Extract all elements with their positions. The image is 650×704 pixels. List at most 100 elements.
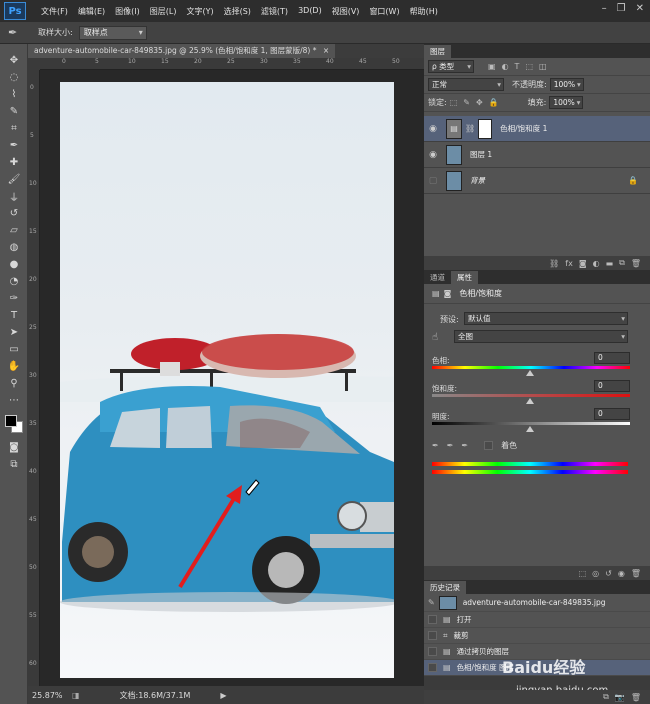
menu-3d[interactable]: 3D(D) bbox=[293, 6, 327, 17]
fx-icon[interactable]: fx bbox=[565, 259, 573, 268]
hue-slider-knob[interactable] bbox=[526, 370, 534, 376]
close-button[interactable]: ✕ bbox=[636, 3, 644, 14]
vertical-ruler[interactable]: 0 5 10 15 20 25 30 35 40 45 50 55 60 bbox=[28, 70, 40, 686]
status-menu-arrow-icon[interactable]: ▶ bbox=[220, 691, 226, 700]
history-snapshot[interactable]: ✎ adventure-automobile-car-849835.jpg bbox=[424, 594, 650, 612]
preset-select[interactable]: 默认值 bbox=[464, 312, 628, 325]
blend-mode-select[interactable]: 正常 bbox=[428, 78, 504, 91]
layer-name[interactable]: 背景 bbox=[470, 175, 485, 186]
document-tab[interactable]: adventure-automobile-car-849835.jpg @ 25… bbox=[28, 44, 336, 58]
menu-type[interactable]: 文字(Y) bbox=[181, 6, 218, 17]
zoom-tool-icon[interactable]: ⚲ bbox=[0, 375, 28, 392]
path-select-icon[interactable]: ➤ bbox=[0, 324, 28, 341]
saturation-input[interactable]: 0 bbox=[594, 380, 630, 392]
pen-tool-icon[interactable]: ✑ bbox=[0, 290, 28, 307]
dodge-tool-icon[interactable]: ◔ bbox=[0, 273, 28, 290]
saturation-track[interactable] bbox=[432, 394, 630, 397]
visibility-off-icon[interactable]: ▢ bbox=[424, 176, 442, 186]
menu-window[interactable]: 窗口(W) bbox=[364, 6, 404, 17]
lightness-track[interactable] bbox=[432, 422, 630, 425]
add-mask-icon[interactable]: ◙ bbox=[579, 259, 587, 268]
crop-tool-icon[interactable]: ⌗ bbox=[0, 120, 28, 137]
channel-select[interactable]: 全图 bbox=[454, 330, 628, 343]
more-tools-icon[interactable]: ⋯ bbox=[0, 392, 28, 409]
reset-icon[interactable]: ↺ bbox=[605, 569, 612, 578]
tab-history[interactable]: 历史记录 bbox=[424, 581, 466, 594]
menu-filter[interactable]: 滤镜(T) bbox=[256, 6, 293, 17]
eyedropper-tool-icon[interactable]: ✒ bbox=[8, 26, 17, 39]
shape-tool-icon[interactable]: ▭ bbox=[0, 341, 28, 358]
status-info-icon[interactable]: ◨ bbox=[72, 691, 80, 700]
colorize-checkbox[interactable] bbox=[484, 441, 494, 450]
delete-adjustment-icon[interactable]: 🗑 bbox=[631, 569, 641, 578]
blur-tool-icon[interactable]: ● bbox=[0, 256, 28, 273]
visibility-eye-icon[interactable]: ◉ bbox=[424, 150, 442, 160]
zoom-level[interactable]: 25.87% bbox=[32, 691, 64, 700]
filter-pixel-icon[interactable]: ▣ bbox=[488, 62, 496, 71]
tab-properties[interactable]: 属性 bbox=[451, 271, 478, 284]
menu-image[interactable]: 图像(I) bbox=[110, 6, 145, 17]
tab-close-icon[interactable]: × bbox=[323, 46, 329, 55]
horizontal-ruler[interactable]: 0 5 10 15 20 25 30 35 40 45 50 bbox=[40, 58, 424, 70]
lightness-slider-knob[interactable] bbox=[526, 426, 534, 432]
restore-button[interactable]: ❐ bbox=[617, 3, 626, 14]
filter-smart-icon[interactable]: ◫ bbox=[539, 62, 547, 71]
filter-type-icon[interactable]: T bbox=[515, 62, 520, 71]
menu-layer[interactable]: 图层(L) bbox=[145, 6, 182, 17]
layer-filter-select[interactable]: ρ 类型 bbox=[428, 60, 474, 73]
fill-input[interactable]: 100% bbox=[549, 96, 584, 109]
document-image[interactable] bbox=[60, 82, 394, 678]
paint-bucket-icon[interactable]: ◍ bbox=[0, 239, 28, 256]
lightness-input[interactable]: 0 bbox=[594, 408, 630, 420]
history-step[interactable]: ▤ 打开 bbox=[424, 612, 650, 628]
minimize-button[interactable]: – bbox=[602, 3, 607, 14]
layer-row[interactable]: ◉ ▤ ⛓ 色相/饱和度 1 bbox=[424, 116, 650, 142]
hue-track[interactable] bbox=[432, 366, 630, 369]
lock-all-icon[interactable]: 🔒 bbox=[489, 98, 499, 107]
sample-size-select[interactable]: 取样点 bbox=[78, 25, 147, 40]
lasso-tool-icon[interactable]: ⌇ bbox=[0, 86, 28, 103]
hand-tool-icon[interactable]: ✋ bbox=[0, 358, 28, 375]
history-brush-icon[interactable]: ↺ bbox=[0, 205, 28, 222]
target-hand-icon[interactable]: ☝ bbox=[432, 332, 438, 343]
filter-adjustment-icon[interactable]: ◐ bbox=[502, 62, 509, 71]
delete-state-icon[interactable]: 🗑 bbox=[631, 693, 641, 702]
history-checkbox[interactable] bbox=[428, 663, 437, 672]
history-step[interactable]: ⌗ 裁剪 bbox=[424, 628, 650, 644]
link-layers-icon[interactable]: ⛓ bbox=[549, 259, 559, 268]
layer-row[interactable]: ◉ 图层 1 bbox=[424, 142, 650, 168]
new-doc-from-state-icon[interactable]: ⧉ bbox=[603, 692, 609, 702]
eyedropper-minus-icon[interactable]: ✒ bbox=[461, 441, 468, 450]
eraser-tool-icon[interactable]: ▱ bbox=[0, 222, 28, 239]
new-layer-icon[interactable]: ⧉ bbox=[619, 258, 625, 268]
lock-image-icon[interactable]: ✎ bbox=[463, 98, 470, 107]
menu-file[interactable]: 文件(F) bbox=[36, 6, 73, 17]
eyedropper-tool-icon[interactable]: ✒ bbox=[0, 137, 28, 154]
brush-tool-icon[interactable]: 🖌 bbox=[0, 171, 28, 188]
menu-edit[interactable]: 编辑(E) bbox=[73, 6, 110, 17]
menu-help[interactable]: 帮助(H) bbox=[405, 6, 443, 17]
history-checkbox[interactable] bbox=[428, 631, 437, 640]
new-adjustment-icon[interactable]: ◐ bbox=[593, 259, 600, 268]
snapshot-icon[interactable]: 📷 bbox=[615, 693, 625, 702]
quick-mask-icon[interactable]: ◙ bbox=[0, 439, 28, 456]
new-group-icon[interactable]: ▬ bbox=[606, 259, 614, 268]
marquee-tool-icon[interactable]: ◌ bbox=[0, 69, 28, 86]
move-tool-icon[interactable]: ✥ bbox=[0, 52, 28, 69]
menu-view[interactable]: 视图(V) bbox=[327, 6, 365, 17]
eyedropper-icon[interactable]: ✒ bbox=[432, 441, 439, 450]
menu-select[interactable]: 选择(S) bbox=[219, 6, 256, 17]
history-checkbox[interactable] bbox=[428, 647, 437, 656]
lock-position-icon[interactable]: ✥ bbox=[476, 98, 483, 107]
tab-layers[interactable]: 图层 bbox=[424, 45, 451, 58]
saturation-slider-knob[interactable] bbox=[526, 398, 534, 404]
canvas-area[interactable] bbox=[40, 70, 424, 686]
stamp-tool-icon[interactable]: ⏚ bbox=[0, 188, 28, 205]
view-previous-icon[interactable]: ◎ bbox=[592, 569, 599, 578]
quick-select-tool-icon[interactable]: ✎ bbox=[0, 103, 28, 120]
opacity-input[interactable]: 100% bbox=[549, 78, 584, 91]
delete-layer-icon[interactable]: 🗑 bbox=[631, 259, 641, 268]
healing-brush-icon[interactable]: ✚ bbox=[0, 154, 28, 171]
visibility-toggle-icon[interactable]: ◉ bbox=[618, 569, 625, 578]
hue-input[interactable]: 0 bbox=[594, 352, 630, 364]
